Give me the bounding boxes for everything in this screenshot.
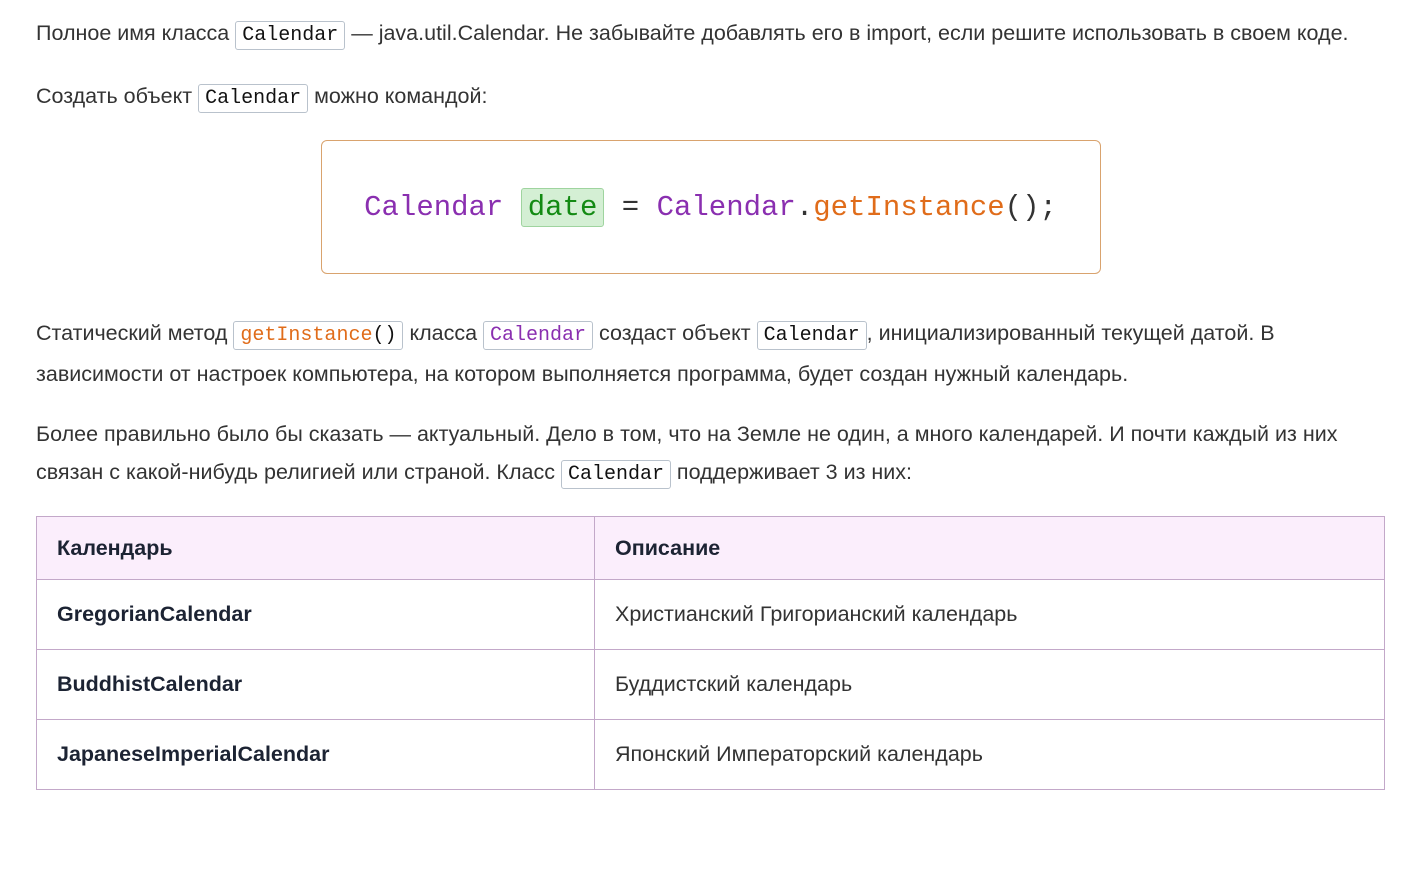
table-row: BuddhistCalendar Буддистский календарь	[36, 649, 1385, 720]
inline-code: Calendar	[756, 321, 867, 350]
parens: ()	[372, 324, 397, 347]
paragraph-1: Полное имя класса Calendar — java.util.C…	[36, 14, 1385, 55]
inline-code: Calendar	[198, 84, 309, 113]
table-row: GregorianCalendar Христианский Григорианс…	[36, 579, 1385, 650]
code-method: getInstance	[813, 190, 1005, 224]
code-type: Calendar	[364, 190, 504, 224]
article: Полное имя класса Calendar — java.util.C…	[36, 14, 1385, 790]
inline-code: Calendar	[235, 21, 346, 50]
code-variable: date	[520, 187, 605, 227]
code-end: ();	[1004, 190, 1057, 224]
text: класса	[403, 321, 484, 345]
paragraph-4: Более правильно было бы сказать — актуал…	[36, 415, 1385, 494]
header-description: Описание	[594, 516, 1385, 580]
table-header: Календарь Описание	[36, 516, 1385, 580]
text: Создать объект	[36, 84, 199, 108]
inline-code: Calendar	[560, 460, 671, 489]
method-name: getInstance	[240, 324, 373, 347]
cell-name: BuddhistCalendar	[36, 649, 595, 720]
header-calendar: Календарь	[36, 516, 595, 580]
inline-code-class: Calendar	[483, 321, 594, 350]
code-block: Calendar date = Calendar. getInstance ();	[320, 140, 1101, 274]
paragraph-2: Создать объект Calendar можно командой:	[36, 77, 1385, 118]
code-operator: =	[621, 190, 640, 224]
cell-name: JapaneseImperialCalendar	[36, 719, 595, 790]
paragraph-3: Статический метод getInstance() класса C…	[36, 314, 1385, 393]
text: можно командой:	[308, 84, 488, 108]
code-class: Calendar	[656, 190, 796, 224]
text: поддерживает 3 из них:	[670, 460, 913, 484]
cell-description: Японский Императорский календарь	[594, 719, 1385, 790]
cell-description: Буддистский календарь	[594, 649, 1385, 720]
inline-code-method: getInstance()	[233, 321, 404, 350]
table-row: JapaneseImperialCalendar Японский Императ…	[36, 719, 1385, 790]
code-dot: .	[795, 190, 814, 224]
text: создаст объект	[593, 321, 757, 345]
text: — java.util.Calendar. Не забывайте добав…	[345, 21, 1349, 45]
text: Статический метод	[36, 321, 234, 345]
cell-name: GregorianCalendar	[36, 579, 595, 650]
cell-description: Христианский Григорианский календарь	[594, 579, 1385, 650]
text: Полное имя класса	[36, 21, 236, 45]
calendars-table: Календарь Описание GregorianCalendar Христ…	[36, 516, 1385, 790]
